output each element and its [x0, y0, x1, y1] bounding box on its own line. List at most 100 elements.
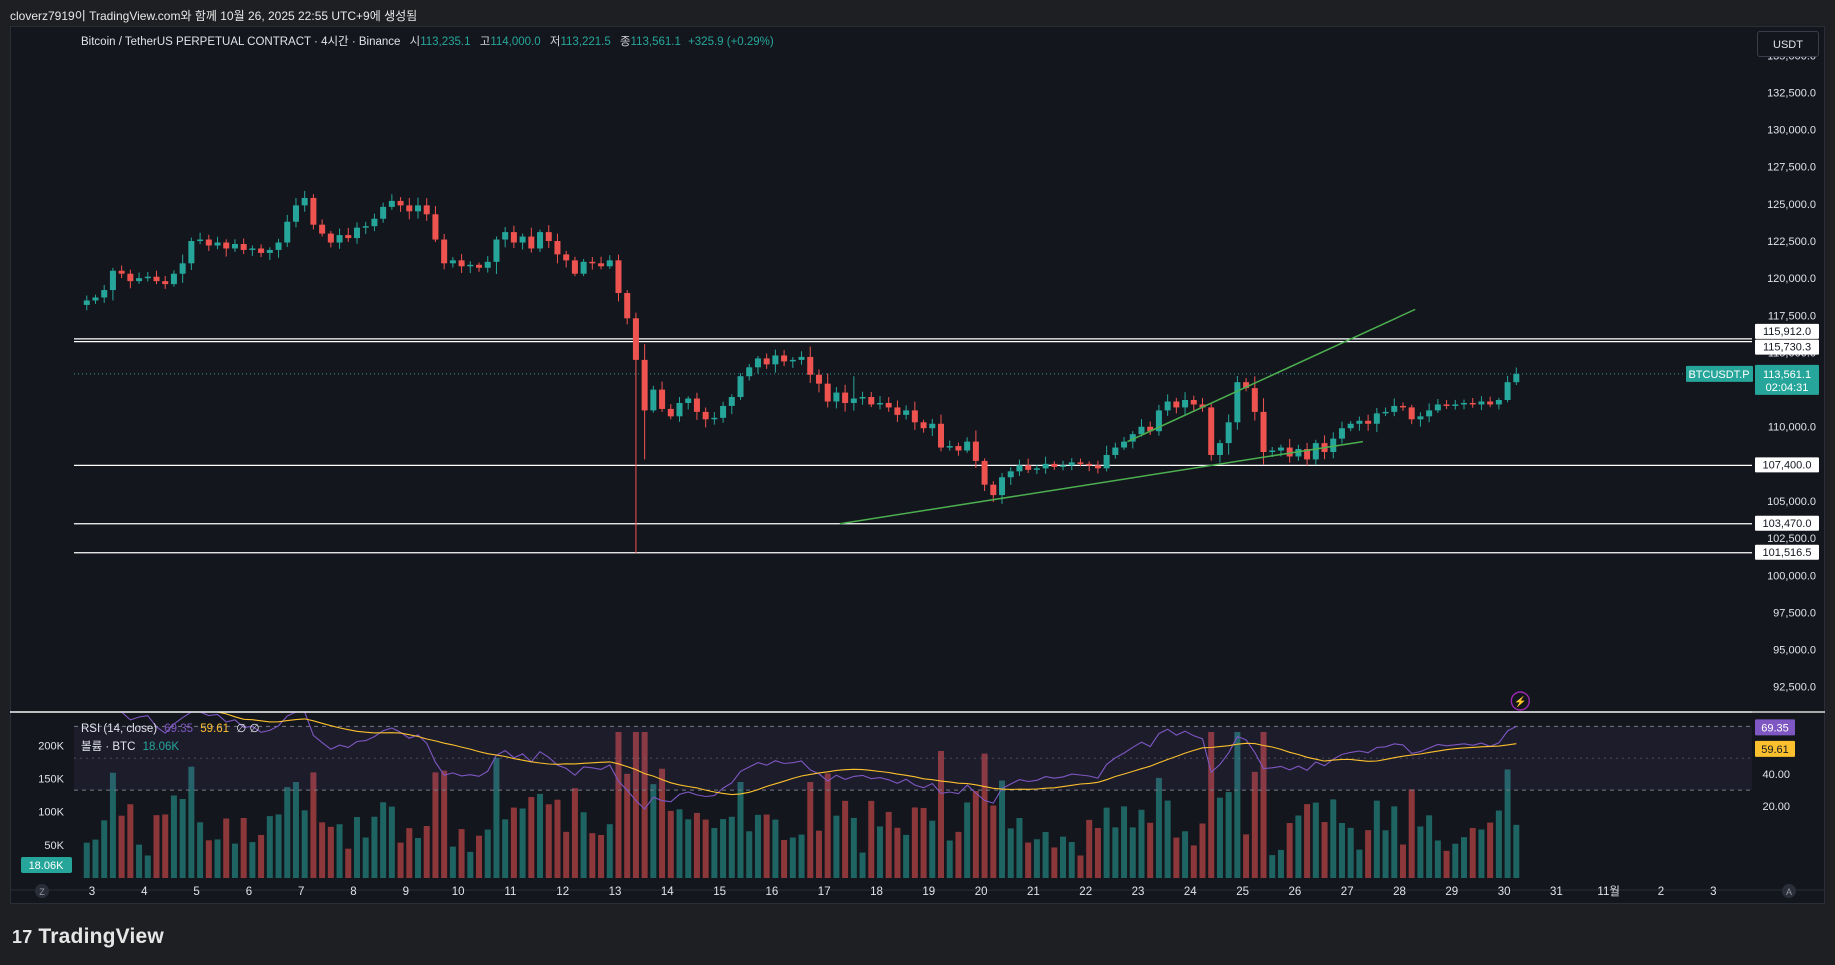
candle-body [650, 389, 657, 411]
currency-button[interactable]: USDT [1757, 31, 1819, 57]
symbol-legend: Bitcoin / TetherUS PERPETUAL CONTRACT · … [81, 33, 774, 49]
candle-body [467, 264, 474, 267]
candle-body [205, 239, 212, 246]
volume-bar [170, 795, 177, 878]
rsi-ma-tag-label: 59.61 [1761, 744, 1789, 756]
candle-body [754, 358, 761, 368]
volume-bar [179, 799, 186, 878]
volume-bar [1338, 823, 1345, 878]
rsi-tick-label: 40.00 [1762, 769, 1790, 781]
price-tick-label: 117,500.0 [1768, 310, 1816, 322]
candle-body [449, 260, 456, 264]
candle-body [406, 205, 413, 212]
candle-body [842, 392, 849, 403]
candle-body [1225, 422, 1232, 444]
volume-bar [205, 840, 212, 878]
candle-body [1164, 401, 1171, 411]
candle-body [476, 264, 483, 268]
countdown-value: 02:04:31 [1766, 382, 1809, 394]
candle-body [1469, 402, 1476, 405]
volume-bar [284, 787, 291, 878]
price-tick-label: 127,500.0 [1767, 162, 1816, 174]
candle-body [798, 356, 805, 360]
volume-bar [1513, 824, 1520, 878]
volume-bar [1243, 834, 1250, 878]
candle-body [1051, 463, 1058, 467]
rsi-legend[interactable]: RSI (14, close) 69.35 59.61 ∅ ∅ [81, 721, 259, 735]
candle-body [170, 273, 177, 285]
low-label: 저 [549, 36, 561, 48]
candle-body [1216, 443, 1223, 455]
volume-bar [118, 815, 125, 878]
candle-body [598, 263, 605, 267]
candle-body [1121, 441, 1128, 448]
volume-bar [467, 851, 474, 878]
volume-bar [397, 842, 404, 878]
volume-bar [894, 827, 901, 878]
last-price-value: 113,561.1 [1763, 369, 1811, 381]
candle-body [824, 383, 831, 402]
volume-tick-label: 150K [38, 773, 64, 785]
candle-body [999, 477, 1006, 496]
volume-bar [1225, 792, 1232, 878]
high-label: 고 [479, 36, 491, 48]
candle-body [1138, 426, 1145, 435]
volume-bar [223, 818, 230, 878]
tradingview-logo[interactable]: 17 TradingView [12, 925, 164, 949]
level-tag-label: 115,730.3 [1763, 342, 1811, 354]
time-tick-label: 20 [975, 886, 988, 898]
volume-bar [763, 814, 770, 878]
candle-body [737, 376, 744, 398]
volume-bar [266, 816, 273, 878]
volume-bar [1269, 855, 1276, 878]
volume-bar [484, 829, 491, 878]
volume-bar [353, 817, 360, 878]
candle-body [1112, 447, 1119, 455]
time-tick-label: 11 [504, 886, 516, 898]
candle-body [1434, 404, 1441, 411]
time-tick-label: 17 [818, 886, 831, 898]
candle-body [118, 270, 125, 274]
level-tag-label: 103,470.0 [1763, 518, 1812, 530]
volume-bar [1408, 789, 1415, 878]
candle-body [938, 423, 945, 448]
volume-bar [964, 802, 971, 878]
candle-body [702, 411, 709, 420]
time-tick-label: 30 [1498, 886, 1511, 898]
price-tick-label: 92,500.0 [1773, 682, 1816, 694]
candle-body [1016, 465, 1023, 472]
price-chart[interactable]: 200K150K100K50K18.06K 40.0020.00⚡ 135,00… [0, 0, 1835, 965]
candles [83, 190, 1520, 554]
volume-bar [720, 819, 727, 878]
time-tick-label: 3 [1710, 886, 1716, 898]
time-tick-label: 8 [350, 886, 356, 898]
volume-legend[interactable]: 볼륨 · BTC 18.06K [81, 738, 179, 754]
volume-tick-label: 200K [38, 740, 64, 752]
candle-body [136, 278, 143, 282]
volume-bar [1164, 800, 1171, 878]
volume-bar [1190, 845, 1197, 878]
candle-body [781, 355, 788, 362]
candle-body [720, 405, 727, 418]
time-tick-label: 28 [1393, 886, 1406, 898]
volume-bar [545, 804, 552, 878]
candle-body [911, 410, 918, 423]
volume-bar [1417, 826, 1424, 878]
candle-body [1356, 420, 1363, 424]
volume-bar [1060, 836, 1067, 878]
candle-body [981, 460, 988, 485]
volume-bar [510, 807, 517, 878]
time-tick-label: 31 [1550, 886, 1563, 898]
volume-bar [476, 835, 483, 878]
volume-name: 볼륨 · BTC [81, 741, 136, 753]
candle-body [1042, 463, 1049, 469]
volume-bar [667, 810, 674, 878]
candle-body [1365, 420, 1372, 424]
candle-body [1007, 471, 1014, 478]
volume-bar [1312, 802, 1319, 878]
candle-body [223, 242, 230, 249]
candle-body [807, 356, 814, 375]
volume-bar [240, 818, 247, 878]
volume-bar [449, 846, 456, 878]
candle-body [371, 218, 378, 227]
